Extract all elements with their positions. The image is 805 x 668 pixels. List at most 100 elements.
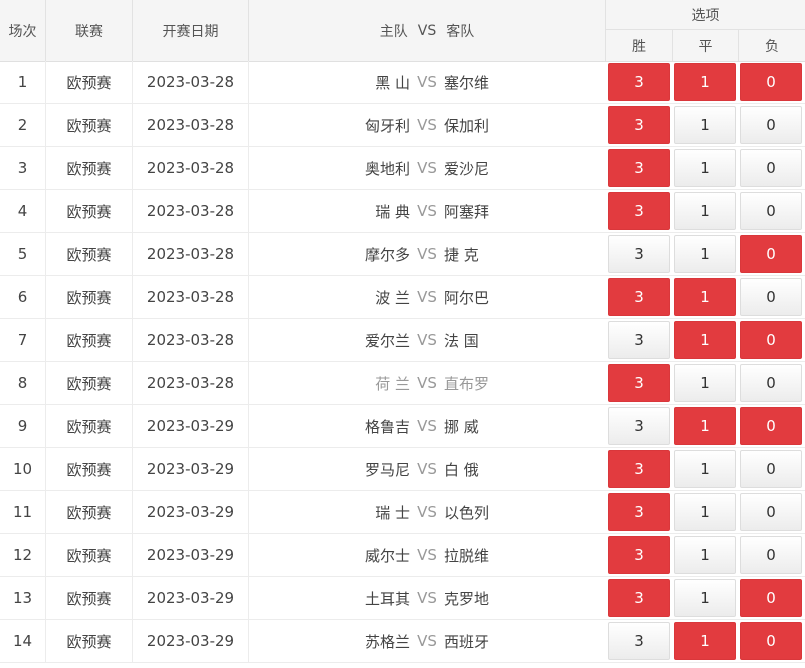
away-team: 白 俄 (444, 460, 479, 479)
win-option-button[interactable]: 3 (608, 364, 670, 402)
lose-option-button[interactable]: 0 (740, 493, 802, 531)
draw-option-button[interactable]: 1 (674, 364, 736, 402)
lose-option-button[interactable]: 0 (740, 536, 802, 574)
win-option-button[interactable]: 3 (608, 321, 670, 359)
vs-label: VS (417, 503, 437, 521)
win-option-button[interactable]: 3 (608, 235, 670, 273)
home-team: 苏格兰 (364, 632, 410, 651)
lose-option-button[interactable]: 0 (740, 321, 802, 359)
vs-label: VS (417, 331, 437, 349)
table-row: 4 欧预赛 2023-03-28 瑞 典 VS 阿塞拜 3 1 0 (0, 190, 805, 233)
draw-option-button[interactable]: 1 (674, 149, 736, 187)
header-away: 客队 (446, 23, 475, 40)
home-team: 罗马尼 (364, 460, 410, 479)
lose-option-button[interactable]: 0 (740, 63, 802, 101)
win-option-button[interactable]: 3 (608, 149, 670, 187)
league-name: 欧预赛 (46, 405, 133, 447)
league-name: 欧预赛 (46, 577, 133, 619)
away-team: 拉脱维 (444, 546, 490, 565)
draw-option-button[interactable]: 1 (674, 235, 736, 273)
match-number: 4 (0, 190, 46, 232)
header-draw: 平 (673, 30, 739, 61)
win-option-button[interactable]: 3 (608, 106, 670, 144)
match-date: 2023-03-28 (133, 362, 249, 404)
win-option-button[interactable]: 3 (608, 450, 670, 488)
away-team: 阿尔巴 (444, 288, 490, 307)
lose-option-button[interactable]: 0 (740, 106, 802, 144)
match-date: 2023-03-29 (133, 405, 249, 447)
away-team: 直布罗 (444, 374, 490, 393)
win-option-button[interactable]: 3 (608, 278, 670, 316)
league-name: 欧预赛 (46, 276, 133, 318)
win-option-button[interactable]: 3 (608, 536, 670, 574)
draw-option-button[interactable]: 1 (674, 622, 736, 660)
win-option-button[interactable]: 3 (608, 622, 670, 660)
home-team: 威尔士 (364, 546, 410, 565)
match-number: 3 (0, 147, 46, 189)
league-name: 欧预赛 (46, 319, 133, 361)
match-table: 场次 联赛 开赛日期 主队 VS 客队 选项 胜 平 负 1 欧预赛 2023-03… (0, 0, 805, 668)
draw-option-button[interactable]: 1 (674, 493, 736, 531)
league-name: 欧预赛 (46, 190, 133, 232)
vs-label: VS (417, 374, 437, 392)
match-date: 2023-03-28 (133, 147, 249, 189)
draw-option-button[interactable]: 1 (674, 192, 736, 230)
draw-option-button[interactable]: 1 (674, 63, 736, 101)
draw-option-button[interactable]: 1 (674, 278, 736, 316)
home-team: 荷 兰 (375, 374, 410, 393)
home-team: 瑞 典 (375, 202, 410, 221)
match-number: 11 (0, 491, 46, 533)
lose-option-button[interactable]: 0 (740, 579, 802, 617)
lose-option-button[interactable]: 0 (740, 278, 802, 316)
lose-option-button[interactable]: 0 (740, 450, 802, 488)
home-team: 格鲁吉 (364, 417, 410, 436)
match-number: 13 (0, 577, 46, 619)
match-date: 2023-03-29 (133, 491, 249, 533)
match-date: 2023-03-28 (133, 233, 249, 275)
table-row: 14 欧预赛 2023-03-29 苏格兰 VS 西班牙 3 1 0 (0, 620, 805, 663)
lose-option-button[interactable]: 0 (740, 622, 802, 660)
away-team: 爱沙尼 (444, 159, 490, 178)
match-date: 2023-03-28 (133, 276, 249, 318)
away-team: 西班牙 (444, 632, 490, 651)
home-team: 奥地利 (364, 159, 410, 178)
lose-option-button[interactable]: 0 (740, 235, 802, 273)
table-row: 5 欧预赛 2023-03-28 摩尔多 VS 捷 克 310 (0, 233, 805, 276)
draw-option-button[interactable]: 1 (674, 536, 736, 574)
home-team: 黑 山 (375, 73, 410, 92)
match-number: 2 (0, 104, 46, 146)
win-option-button[interactable]: 3 (608, 493, 670, 531)
header-win: 胜 (606, 30, 673, 61)
draw-option-button[interactable]: 1 (674, 450, 736, 488)
match-number: 7 (0, 319, 46, 361)
draw-option-button[interactable]: 1 (674, 579, 736, 617)
header-lose: 负 (765, 38, 779, 55)
away-team: 塞尔维 (444, 73, 490, 92)
match-number: 8 (0, 362, 46, 404)
match-number: 14 (0, 620, 46, 662)
lose-option-button[interactable]: 0 (740, 407, 802, 445)
match-number: 6 (0, 276, 46, 318)
header-league: 联赛 (46, 0, 133, 61)
vs-label: VS (417, 245, 437, 263)
lose-option-button[interactable]: 0 (740, 364, 802, 402)
draw-option-button[interactable]: 1 (674, 407, 736, 445)
win-option-button[interactable]: 3 (608, 579, 670, 617)
league-name: 欧预赛 (46, 491, 133, 533)
match-number: 1 (0, 61, 46, 103)
draw-option-button[interactable]: 1 (674, 321, 736, 359)
vs-label: VS (417, 589, 437, 607)
league-name: 欧预赛 (46, 362, 133, 404)
match-date: 2023-03-29 (133, 577, 249, 619)
vs-label: VS (417, 73, 437, 91)
lose-option-button[interactable]: 0 (740, 149, 802, 187)
win-option-button[interactable]: 3 (608, 192, 670, 230)
win-option-button[interactable]: 3 (608, 63, 670, 101)
draw-option-button[interactable]: 1 (674, 106, 736, 144)
win-option-button[interactable]: 3 (608, 407, 670, 445)
lose-option-button[interactable]: 0 (740, 192, 802, 230)
league-name: 欧预赛 (46, 233, 133, 275)
home-team: 瑞 士 (375, 503, 410, 522)
table-row: 8 欧预赛 2023-03-28 荷 兰 VS 直布罗 3 1 0 (0, 362, 805, 405)
home-team: 匈牙利 (364, 116, 410, 135)
